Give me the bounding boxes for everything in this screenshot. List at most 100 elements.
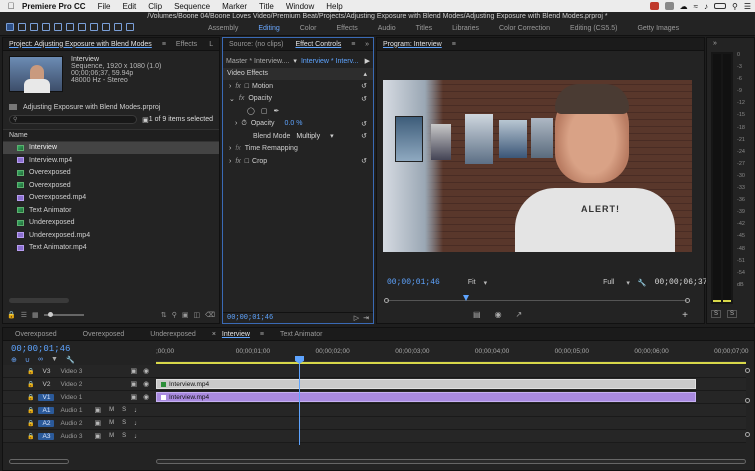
track-target-v1[interactable]: V1 <box>38 393 55 401</box>
video-track-lane[interactable]: Interview.mp4 <box>156 391 746 404</box>
slip-tool-icon[interactable] <box>78 23 86 31</box>
track-select-tool-icon[interactable] <box>18 23 26 31</box>
icon-view-icon[interactable]: ▦ <box>32 311 39 319</box>
out-point-icon[interactable] <box>685 298 690 303</box>
mute-button[interactable]: M <box>109 420 114 426</box>
scroll-handle-icon[interactable] <box>745 368 750 373</box>
master-clip-label[interactable]: Master * Interview.... <box>226 58 289 65</box>
tab-project[interactable]: Project: Adjusting Exposure with Blend M… <box>3 41 158 48</box>
mic-icon[interactable]: ♩ <box>134 407 141 414</box>
lock-icon[interactable]: 🔒 <box>27 420 34 427</box>
fx-icon[interactable]: fx <box>235 158 240 165</box>
solo-right-button[interactable]: S <box>727 310 738 318</box>
mute-button[interactable]: M <box>109 433 114 439</box>
workspace-editing-cs55[interactable]: Editing (CS5.5) <box>560 24 627 34</box>
fx-icon[interactable]: fx <box>235 83 240 90</box>
export-frame-icon[interactable]: ↗ <box>516 310 523 319</box>
solo-left-button[interactable]: S <box>711 310 722 318</box>
add-button[interactable]: + <box>682 310 688 321</box>
search-icon[interactable]: ⚲ <box>732 2 738 11</box>
razor-tool-icon[interactable] <box>66 23 74 31</box>
project-item[interactable]: Interview.mp4 <box>3 154 219 167</box>
menu-help[interactable]: Help <box>320 2 348 11</box>
menu-sequence[interactable]: Sequence <box>168 2 216 11</box>
hand-tool-icon[interactable] <box>114 23 122 31</box>
program-video-frame[interactable]: ALERT! <box>383 80 692 252</box>
project-item[interactable]: Interview <box>3 141 219 154</box>
track-target-a1[interactable]: A1 <box>38 406 55 414</box>
apple-icon[interactable]:  <box>0 1 22 11</box>
effect-opacity[interactable]: ⌄ fx Opacity ↺ <box>223 93 373 106</box>
battery-icon[interactable] <box>713 3 726 9</box>
sync-lock-icon[interactable]: ▣ <box>94 406 101 414</box>
fit-dropdown[interactable]: Fit ▾ <box>468 279 487 287</box>
blend-mode-dropdown[interactable]: Multiply ▾ <box>296 132 333 141</box>
tab-seq-underexposed[interactable]: Underexposed <box>144 331 202 338</box>
effect-motion[interactable]: › fx □ Motion ↺ <box>223 80 373 93</box>
zoom-slider[interactable] <box>43 312 84 317</box>
workspace-getty-images[interactable]: Getty Images <box>627 24 689 34</box>
panel-menu-icon[interactable]: ≡ <box>158 41 170 48</box>
workspace-color-correction[interactable]: Color Correction <box>489 24 560 34</box>
timeline-zoom-scrollbar[interactable] <box>156 459 746 464</box>
tab-seq-text-animator[interactable]: Text Animator <box>274 331 328 338</box>
time-ruler[interactable]: ;00;00 00;00;01;00 00;00;02;00 00;00;03;00 0… <box>156 346 748 362</box>
nest-icon[interactable]: ⊕ <box>11 356 17 364</box>
tab-effects[interactable]: Effects <box>170 41 203 48</box>
sync-lock-icon[interactable]: ▣ <box>130 380 137 388</box>
lock-icon[interactable]: 🔒 <box>27 368 34 375</box>
playhead-line[interactable] <box>299 357 300 445</box>
chevron-down-icon[interactable]: ▾ <box>293 57 297 65</box>
keyframe-nav-icon[interactable]: ↺ <box>361 120 373 128</box>
cloud-icon[interactable]: ☁ <box>680 2 688 11</box>
wifi-icon[interactable]: ≈ <box>694 2 698 11</box>
selection-tool-icon[interactable] <box>6 23 14 31</box>
project-item[interactable]: Underexposed <box>3 217 219 230</box>
new-bin-footer-icon[interactable]: ▣ <box>182 311 189 319</box>
panel-overflow-icon[interactable]: » <box>709 40 721 47</box>
menu-file[interactable]: File <box>92 2 117 11</box>
video-track-lane[interactable]: Interview.mp4 <box>156 378 746 391</box>
lock-icon[interactable]: 🔒 <box>7 311 16 319</box>
scroll-handle-icon[interactable] <box>745 398 750 403</box>
app-icon[interactable] <box>664 2 674 10</box>
find-icon[interactable]: ⚲ <box>172 311 177 319</box>
ellipse-mask-icon[interactable]: ◯ <box>247 107 255 115</box>
settings-icon[interactable]: 🔧 <box>638 279 647 287</box>
lock-icon[interactable]: 🔒 <box>27 394 34 401</box>
tab-overflow[interactable]: L <box>203 41 219 48</box>
chevron-right-icon[interactable]: › <box>229 83 231 90</box>
rate-stretch-tool-icon[interactable] <box>54 23 62 31</box>
reset-icon[interactable]: ↺ <box>361 82 373 90</box>
eye-icon[interactable]: ◉ <box>143 380 149 388</box>
export-icon[interactable]: ⇥ <box>363 314 373 322</box>
sync-lock-icon[interactable]: ▣ <box>94 419 101 427</box>
add-marker-icon[interactable]: ▼ <box>51 356 58 364</box>
tab-seq-interview[interactable]: Interview <box>216 331 256 338</box>
track-target-v2[interactable]: V2 <box>38 381 54 388</box>
timeline-timecode[interactable]: 00;00;01;46 <box>11 344 75 354</box>
chevron-right-icon[interactable]: › <box>235 120 237 127</box>
sync-lock-icon[interactable]: ▣ <box>130 393 137 401</box>
eye-icon[interactable]: ◉ <box>143 393 149 401</box>
audio-track-lane[interactable] <box>156 417 746 430</box>
program-scrubber[interactable] <box>384 295 690 304</box>
track-zoom-scrollbar[interactable] <box>9 459 69 464</box>
timeline-clip[interactable]: Interview.mp4 <box>156 392 696 402</box>
chevron-down-icon[interactable]: ⌄ <box>229 95 235 103</box>
sync-lock-icon[interactable]: ▣ <box>94 432 101 440</box>
scroll-handle-icon[interactable] <box>745 432 750 437</box>
snap-icon[interactable]: ∪ <box>25 356 30 364</box>
mute-button[interactable]: M <box>109 407 114 413</box>
reset-icon[interactable]: ↺ <box>361 157 373 165</box>
linked-selection-icon[interactable]: ∞ <box>38 356 43 364</box>
project-item[interactable]: Underexposed.mp4 <box>3 229 219 242</box>
mic-icon[interactable]: ♩ <box>134 420 141 427</box>
stopwatch-icon[interactable]: ⏱ <box>241 120 246 128</box>
filter-icon[interactable]: ▷ <box>354 314 363 322</box>
clip-thumbnail[interactable] <box>9 56 63 93</box>
lock-icon[interactable]: 🔒 <box>27 407 34 414</box>
workspace-effects[interactable]: Effects <box>326 24 367 34</box>
work-area-bar[interactable] <box>156 362 746 364</box>
name-column-header[interactable]: Name <box>9 132 28 139</box>
